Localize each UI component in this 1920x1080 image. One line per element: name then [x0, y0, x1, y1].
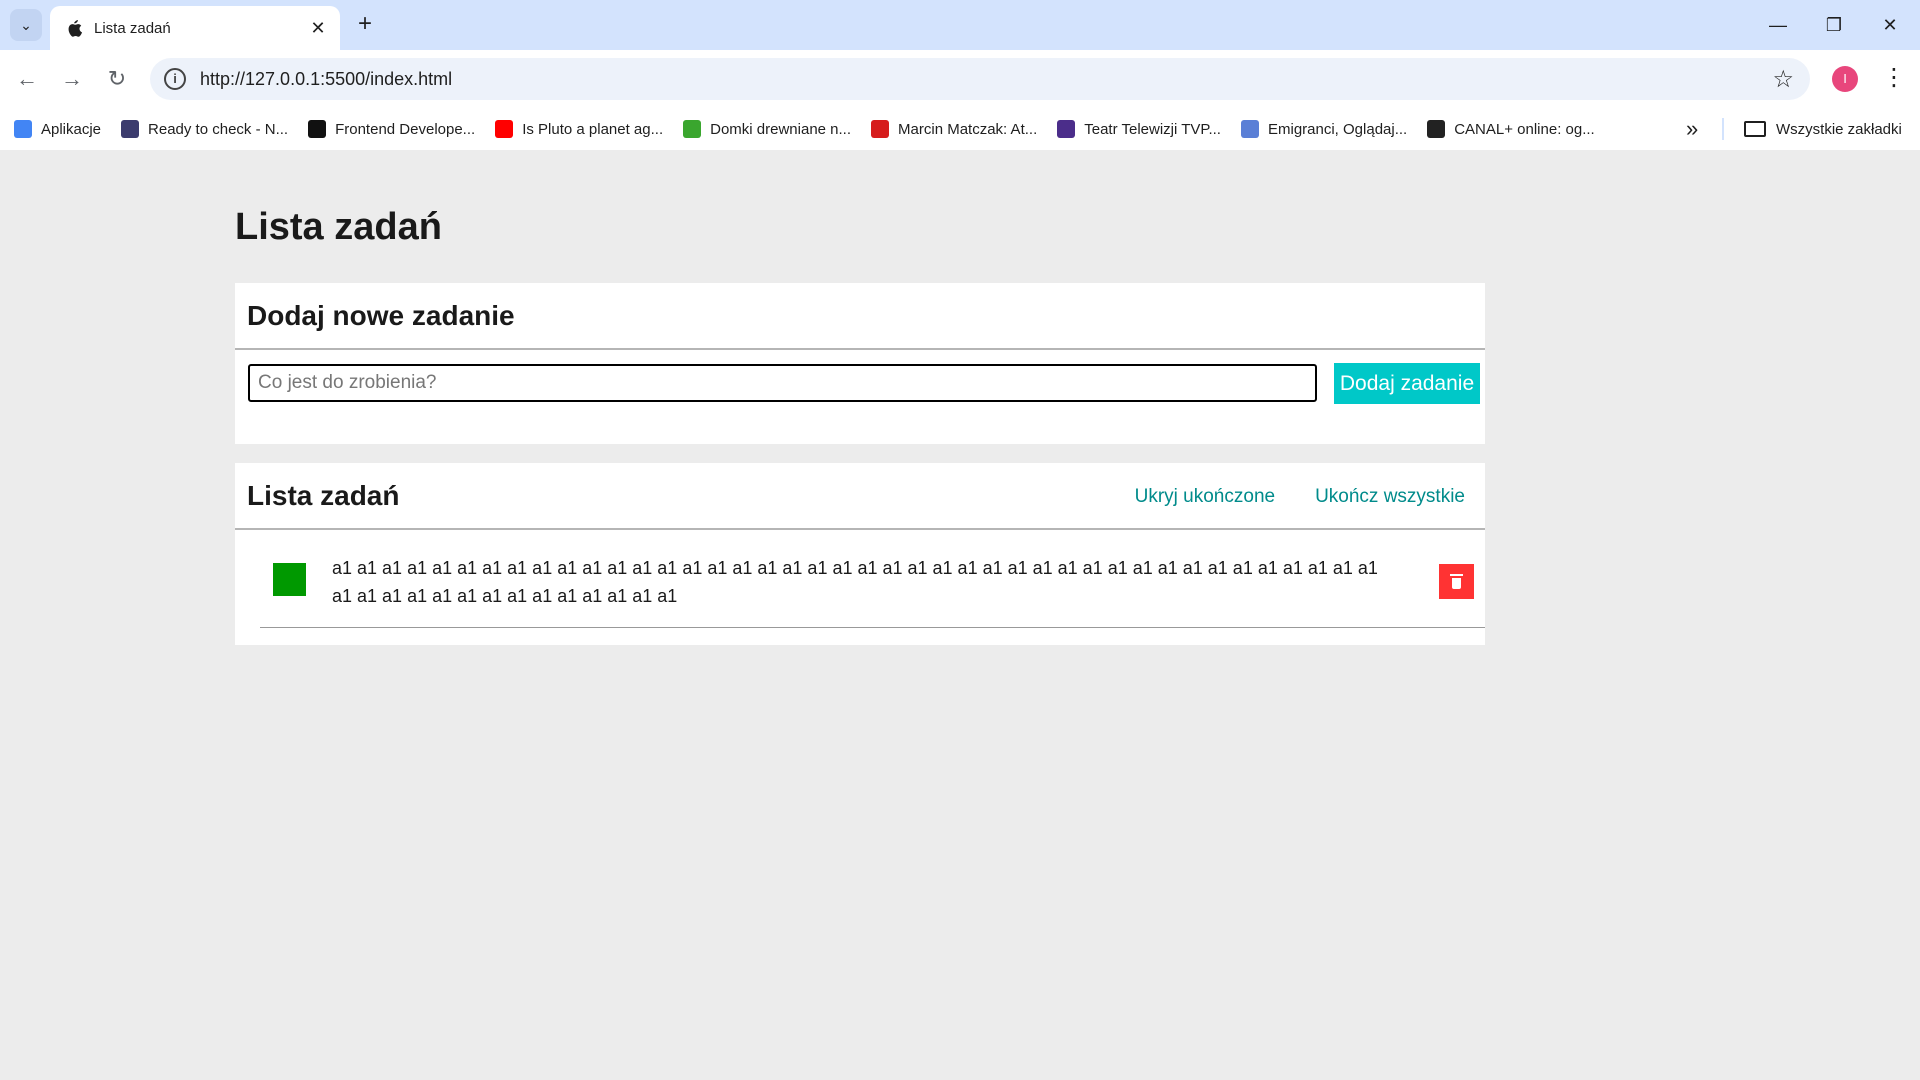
- vod-icon: [1240, 120, 1259, 138]
- folder-icon: [1744, 121, 1766, 137]
- hide-completed-button[interactable]: Ukryj ukończone: [1135, 486, 1275, 508]
- window-close-icon[interactable]: ✕: [1870, 10, 1910, 40]
- complete-all-button[interactable]: Ukończ wszystkie: [1315, 486, 1465, 508]
- all-bookmarks-label: Wszystkie zakładki: [1776, 120, 1902, 138]
- delete-task-button[interactable]: [1439, 564, 1474, 599]
- s-logo-icon: [683, 120, 702, 138]
- canal-plus-icon: [1427, 120, 1446, 138]
- bookmark-label: CANAL+ online: og...: [1454, 120, 1595, 138]
- bookmark-item[interactable]: Domki drewniane n...: [683, 120, 851, 138]
- add-task-header: Dodaj nowe zadanie: [235, 283, 1485, 350]
- profile-avatar[interactable]: I: [1832, 66, 1858, 92]
- bookmark-label: Is Pluto a planet ag...: [522, 120, 664, 138]
- add-task-button[interactable]: Dodaj zadanie: [1334, 363, 1480, 404]
- bookmark-star-icon[interactable]: ☆: [1772, 65, 1794, 94]
- more-bookmarks-icon[interactable]: »: [1686, 116, 1698, 142]
- bookmarks-divider: [1722, 118, 1724, 140]
- bookmark-item[interactable]: Marcin Matczak: At...: [871, 120, 1037, 138]
- new-tab-button[interactable]: +: [352, 12, 378, 38]
- address-bar[interactable]: i http://127.0.0.1:5500/index.html ☆: [150, 58, 1810, 100]
- bookmark-label: Ready to check - N...: [148, 120, 289, 138]
- task-done-toggle[interactable]: [273, 563, 306, 596]
- bookmark-item[interactable]: Ready to check - N...: [121, 120, 288, 138]
- browser-toolbar: ← → ↻ i http://127.0.0.1:5500/index.html…: [0, 50, 1920, 108]
- trash-icon: [1450, 573, 1463, 589]
- bookmark-item[interactable]: CANAL+ online: og...: [1427, 120, 1595, 138]
- site-info-icon[interactable]: i: [164, 68, 186, 90]
- bookmark-label: Teatr Telewizji TVP...: [1084, 120, 1221, 138]
- bookmark-item[interactable]: Emigranci, Oglądaj...: [1240, 120, 1408, 138]
- bookmark-label: Marcin Matczak: At...: [898, 120, 1038, 138]
- bookmark-label: Aplikacje: [41, 120, 102, 138]
- add-task-card: Dodaj nowe zadanie Dodaj zadanie: [235, 283, 1485, 444]
- frontend-icon: [308, 120, 327, 138]
- bookmark-label: Emigranci, Oglądaj...: [1267, 120, 1408, 138]
- tab-search-chevron-icon[interactable]: ⌄: [10, 9, 42, 41]
- bookmark-item[interactable]: Aplikacje: [14, 120, 101, 138]
- minimize-icon[interactable]: —: [1758, 10, 1798, 40]
- all-bookmarks-button[interactable]: Wszystkie zakładki: [1744, 108, 1902, 150]
- new-task-input[interactable]: [248, 364, 1317, 402]
- reload-icon[interactable]: ↻: [102, 64, 132, 94]
- tvp-icon: [1057, 120, 1076, 138]
- add-task-heading: Dodaj nowe zadanie: [247, 299, 515, 331]
- task-list-heading: Lista zadań: [247, 479, 400, 511]
- tab-title: Lista zadań: [94, 19, 171, 37]
- bookmark-label: Frontend Develope...: [335, 120, 476, 138]
- browser-menu-icon[interactable]: ⋮: [1882, 64, 1906, 92]
- apple-favicon-icon: [64, 18, 84, 38]
- mask-icon: [121, 120, 140, 138]
- youtube-icon: [495, 120, 514, 138]
- forward-arrow-icon[interactable]: →: [57, 64, 87, 94]
- bookmarks-bar: Aplikacje Ready to check - N... Frontend D…: [0, 108, 1920, 150]
- task-list-card: Lista zadań Ukryj ukończone Ukończ wszys…: [235, 463, 1485, 645]
- back-arrow-icon[interactable]: ←: [12, 64, 42, 94]
- url-text[interactable]: http://127.0.0.1:5500/index.html: [200, 69, 1772, 90]
- task-list-header: Lista zadań Ukryj ukończone Ukończ wszys…: [235, 463, 1485, 530]
- tab-close-icon[interactable]: ✕: [308, 18, 328, 39]
- red-bookmark-icon: [871, 120, 890, 138]
- bookmark-item[interactable]: Frontend Develope...: [308, 120, 475, 138]
- bookmark-label: Domki drewniane n...: [710, 120, 852, 138]
- tab-strip: ⌄ Lista zadań ✕ + — ❐ ✕: [0, 0, 1920, 50]
- bookmark-item[interactable]: Teatr Telewizji TVP...: [1057, 120, 1221, 138]
- restore-icon[interactable]: ❐: [1814, 10, 1854, 40]
- active-tab[interactable]: Lista zadań ✕: [50, 6, 340, 50]
- page-title: Lista zadań: [235, 206, 442, 248]
- bookmark-item[interactable]: Is Pluto a planet ag...: [495, 120, 663, 138]
- task-item: a1 a1 a1 a1 a1 a1 a1 a1 a1 a1 a1 a1 a1 a…: [260, 532, 1485, 628]
- apps-grid-icon: [14, 120, 32, 138]
- task-list-actions: Ukryj ukończone Ukończ wszystkie: [1095, 463, 1465, 530]
- task-text: a1 a1 a1 a1 a1 a1 a1 a1 a1 a1 a1 a1 a1 a…: [332, 558, 1378, 606]
